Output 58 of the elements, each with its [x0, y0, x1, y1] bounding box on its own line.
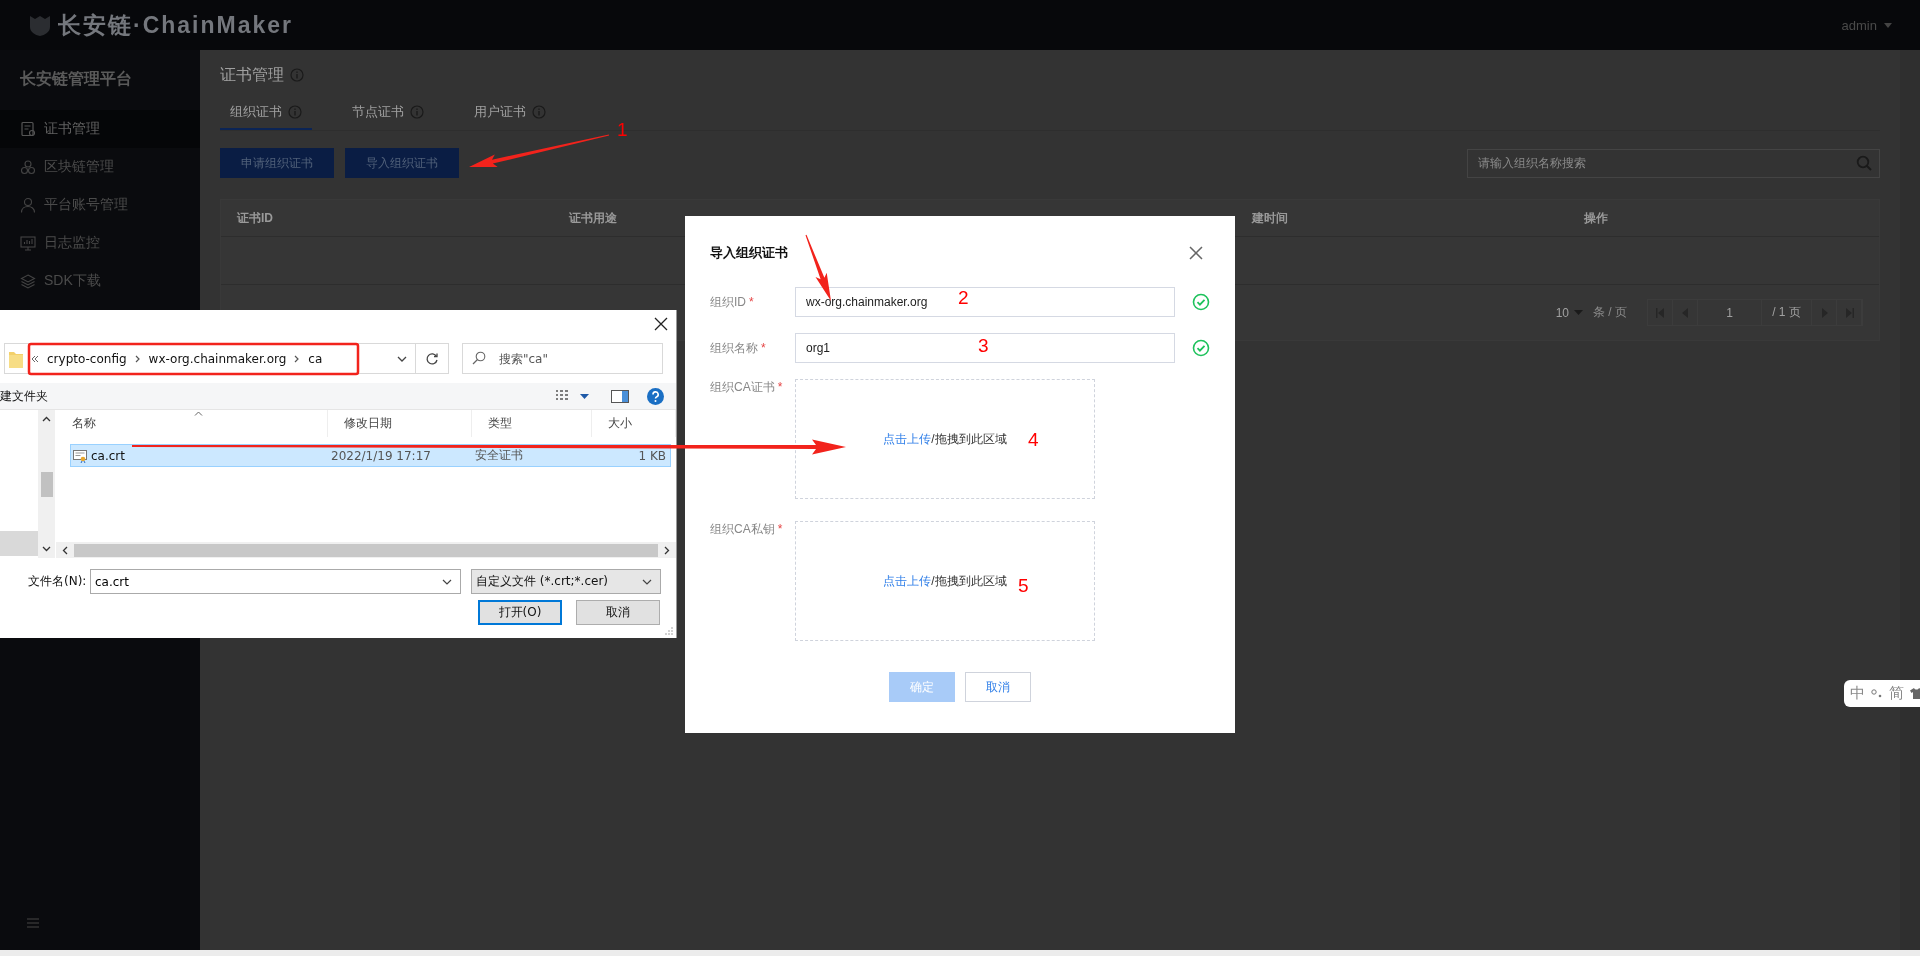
- action-button[interactable]: 导入组织证书: [345, 148, 459, 178]
- page-total: / 1 页: [1762, 300, 1812, 325]
- file-type: 安全证书: [474, 447, 524, 464]
- required-mark: *: [749, 295, 754, 309]
- open-button[interactable]: 打开(O): [478, 600, 562, 625]
- upload-link[interactable]: 点击上传: [883, 431, 932, 446]
- column-header[interactable]: 大小: [608, 415, 632, 432]
- field-label: 组织ID: [710, 295, 746, 309]
- annotation-number: 2: [958, 288, 969, 307]
- page-title: 证书管理: [220, 64, 284, 85]
- cancel-button[interactable]: 取消: [576, 600, 660, 625]
- required-mark: *: [777, 522, 783, 536]
- column-header: 证书用途: [569, 210, 617, 225]
- dialog-title: 导入组织证书: [710, 244, 788, 262]
- required-mark: *: [777, 380, 783, 394]
- filename-field[interactable]: ca.crt: [90, 569, 461, 594]
- column-header: 建时间: [1252, 210, 1288, 225]
- file-type-select[interactable]: 自定义文件 (*.crt;*.cer): [471, 569, 661, 594]
- annotation-number: 5: [1018, 576, 1029, 595]
- upload-hint: 点击上传/拖拽到此区域: [883, 572, 1007, 590]
- path-segment[interactable]: wx-org.chainmaker.org: [148, 351, 287, 366]
- file-name: ca.crt: [91, 448, 125, 463]
- column-header[interactable]: 修改日期: [344, 415, 392, 432]
- file-date: 2022/1/19 17:17: [330, 448, 432, 463]
- required-mark: *: [761, 341, 766, 355]
- field-label: 组织CA证书: [710, 380, 775, 394]
- column-header: 证书ID: [237, 210, 273, 225]
- filename-label: 文件名(N):: [28, 573, 88, 590]
- cancel-button[interactable]: 取消: [965, 672, 1031, 702]
- page-input[interactable]: 1: [1698, 300, 1762, 325]
- annotation-number: 3: [978, 336, 989, 355]
- field-label: 组织名称: [710, 341, 758, 355]
- column-header: 操作: [1584, 210, 1608, 225]
- search-field[interactable]: 请输入组织名称搜索: [1467, 148, 1880, 178]
- action-button[interactable]: 申请组织证书: [220, 148, 334, 178]
- upload-hint: 点击上传/拖拽到此区域: [883, 430, 1007, 448]
- annotation-number: 1: [617, 120, 628, 139]
- toolbar-button[interactable]: 建文件夹: [0, 387, 48, 405]
- per-page-label: 条 / 页: [1593, 304, 1627, 321]
- script-toggle[interactable]: 简: [1889, 684, 1904, 703]
- input-mode-toggle[interactable]: 中: [1850, 684, 1865, 703]
- path-segment[interactable]: ca: [308, 351, 323, 366]
- tab[interactable]: 组织证书: [220, 103, 312, 130]
- file-size: 1 KB: [637, 448, 667, 463]
- sidebar-title: 长安链管理平台: [19, 69, 133, 89]
- column-header[interactable]: 名称: [72, 415, 96, 432]
- field-label: 组织CA私钥: [710, 522, 775, 536]
- address-bar[interactable]: crypto-config wx-org.chainmaker.org ca: [4, 343, 416, 374]
- tab[interactable]: 用户证书: [464, 103, 556, 130]
- column-header[interactable]: 类型: [488, 415, 512, 432]
- logo-text: 长安链·ChainMaker: [58, 10, 294, 40]
- path-segment[interactable]: crypto-config: [47, 351, 127, 366]
- sidebar-item[interactable]: 证书管理: [0, 110, 200, 148]
- file-row[interactable]: ca.crt 2022/1/19 17:17 安全证书 1 KB: [70, 444, 671, 467]
- page-size-select[interactable]: 10: [1555, 305, 1583, 320]
- upload-link[interactable]: 点击上传: [883, 573, 932, 588]
- annotation-number: 4: [1028, 430, 1039, 449]
- tab[interactable]: 节点证书: [342, 103, 434, 130]
